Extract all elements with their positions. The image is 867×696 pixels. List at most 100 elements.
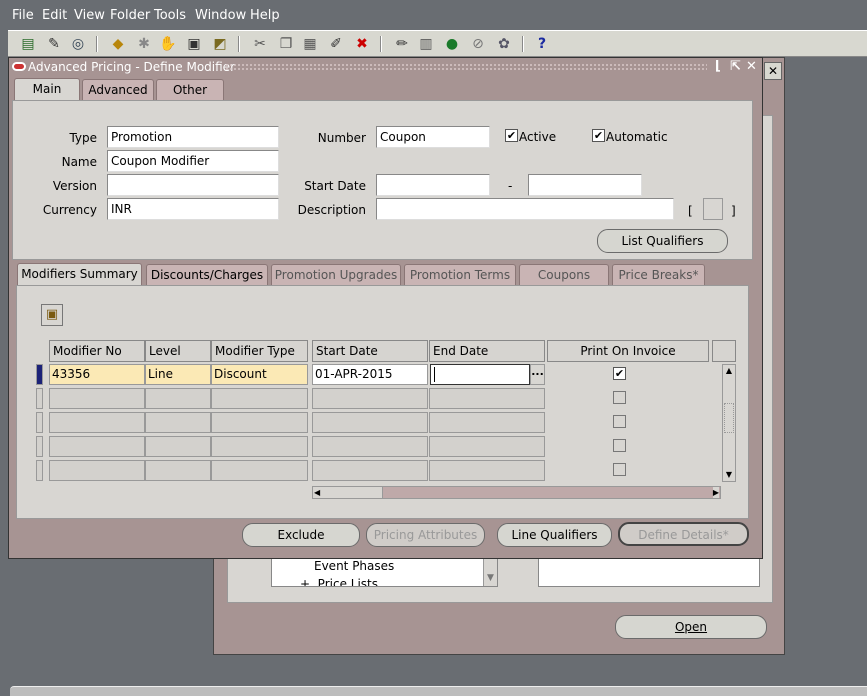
- pricing-attributes-button[interactable]: Pricing Attributes: [366, 523, 485, 547]
- menu-help[interactable]: Help: [250, 8, 280, 23]
- record-indicator[interactable]: [36, 436, 43, 457]
- cut-icon[interactable]: ✂: [250, 34, 270, 54]
- horizontal-scrollbar[interactable]: ◀ ▶: [312, 486, 721, 499]
- col-modifier-type[interactable]: Modifier Type: [211, 340, 308, 362]
- number-field[interactable]: Coupon: [376, 126, 490, 148]
- tab-promotion-upgrades[interactable]: Promotion Upgrades: [271, 264, 401, 286]
- start-date-cell[interactable]: [312, 412, 428, 433]
- paste-icon[interactable]: ▦: [300, 34, 320, 54]
- copy-icon[interactable]: ❐: [276, 34, 296, 54]
- new-icon[interactable]: ▤: [18, 34, 38, 54]
- scroll-thumb[interactable]: [313, 487, 383, 498]
- modifier-no-cell[interactable]: [49, 436, 145, 457]
- scroll-thumb[interactable]: [724, 403, 734, 433]
- delete-record-icon[interactable]: ✖: [352, 34, 372, 54]
- menu-tools[interactable]: Tools: [154, 8, 186, 23]
- level-cell[interactable]: [145, 460, 211, 481]
- type-field[interactable]: Promotion: [107, 126, 279, 148]
- navigator-close-icon[interactable]: ✕: [764, 62, 782, 80]
- scroll-right-icon[interactable]: ▶: [712, 487, 719, 498]
- translations-icon[interactable]: ●: [442, 34, 462, 54]
- start-date-cell[interactable]: 01-APR-2015: [312, 364, 428, 385]
- exclude-button[interactable]: Exclude: [242, 523, 360, 547]
- record-indicator[interactable]: [36, 388, 43, 409]
- end-date-cell[interactable]: [429, 388, 545, 409]
- tab-coupons[interactable]: Coupons: [519, 264, 609, 286]
- minimize-icon[interactable]: ⌊: [715, 59, 721, 74]
- start-date-cell[interactable]: [312, 460, 428, 481]
- maximize-icon[interactable]: ⇱: [730, 59, 741, 74]
- tab-promotion-terms[interactable]: Promotion Terms: [404, 264, 516, 286]
- active-checkbox[interactable]: ✔: [505, 129, 518, 142]
- list-item[interactable]: + Price Lists: [300, 577, 378, 586]
- tab-other[interactable]: Other: [156, 79, 224, 101]
- start-date-cell[interactable]: [312, 436, 428, 457]
- zoom-icon[interactable]: ▥: [416, 34, 436, 54]
- modifier-type-cell[interactable]: [211, 388, 308, 409]
- print-on-invoice-checkbox[interactable]: [613, 463, 626, 476]
- description-field[interactable]: [376, 198, 674, 220]
- menu-view[interactable]: View: [74, 8, 105, 23]
- switch-responsibility-icon[interactable]: ✋: [158, 34, 178, 54]
- automatic-checkbox[interactable]: ✔: [592, 129, 605, 142]
- save-icon[interactable]: ◆: [108, 34, 128, 54]
- currency-field[interactable]: INR: [107, 198, 279, 220]
- tab-modifiers-summary[interactable]: Modifiers Summary: [17, 263, 142, 287]
- level-cell[interactable]: Line: [145, 364, 211, 385]
- end-date-field[interactable]: [528, 174, 642, 196]
- help-icon[interactable]: ?: [532, 34, 552, 54]
- menu-edit[interactable]: Edit: [42, 8, 67, 23]
- level-cell[interactable]: [145, 388, 211, 409]
- list-qualifiers-button[interactable]: List Qualifiers: [597, 229, 728, 253]
- start-date-field[interactable]: [376, 174, 490, 196]
- end-date-cell[interactable]: [429, 412, 545, 433]
- list-of-values-button[interactable]: ...: [530, 364, 545, 385]
- name-field[interactable]: Coupon Modifier: [107, 150, 279, 172]
- modifier-type-cell[interactable]: [211, 412, 308, 433]
- col-modifier-no[interactable]: Modifier No: [49, 340, 145, 362]
- define-details-button[interactable]: Define Details*: [618, 522, 749, 546]
- print-on-invoice-checkbox[interactable]: ✔: [613, 367, 626, 380]
- menu-window[interactable]: Window: [195, 8, 246, 23]
- end-date-cell[interactable]: [429, 460, 545, 481]
- edit-field-icon[interactable]: ✏: [392, 34, 412, 54]
- line-qualifiers-button[interactable]: Line Qualifiers: [497, 523, 612, 547]
- vertical-scrollbar[interactable]: ▲ ▼: [722, 364, 736, 482]
- modifier-type-cell[interactable]: [211, 460, 308, 481]
- find-icon[interactable]: ✎: [44, 34, 64, 54]
- attachments-icon[interactable]: ⊘: [468, 34, 488, 54]
- modifier-no-cell[interactable]: [49, 460, 145, 481]
- descriptive-flexfield[interactable]: [703, 198, 723, 220]
- menu-folder[interactable]: Folder: [110, 8, 150, 23]
- modifier-no-cell[interactable]: 43356: [49, 364, 145, 385]
- scroll-left-icon[interactable]: ◀: [314, 487, 320, 498]
- tab-discounts-charges[interactable]: Discounts/Charges: [146, 264, 268, 286]
- new-record-icon[interactable]: ✐: [326, 34, 346, 54]
- print-icon[interactable]: ▣: [184, 34, 204, 54]
- folder-tools-icon[interactable]: ✿: [494, 34, 514, 54]
- next-step-icon[interactable]: ✱: [134, 34, 154, 54]
- modifier-type-cell[interactable]: Discount: [211, 364, 308, 385]
- col-start-date[interactable]: Start Date: [312, 340, 428, 362]
- tab-price-breaks[interactable]: Price Breaks*: [612, 264, 705, 286]
- close-icon[interactable]: ✕: [746, 59, 757, 74]
- end-date-cell[interactable]: [429, 436, 545, 457]
- modifier-type-cell[interactable]: [211, 436, 308, 457]
- start-date-cell[interactable]: [312, 388, 428, 409]
- scroll-up-icon[interactable]: ▲: [723, 365, 735, 377]
- menu-file[interactable]: File: [12, 8, 34, 23]
- modifier-no-cell[interactable]: [49, 388, 145, 409]
- level-cell[interactable]: [145, 436, 211, 457]
- print-on-invoice-checkbox[interactable]: [613, 439, 626, 452]
- tab-main[interactable]: Main: [14, 78, 80, 102]
- navigator-icon[interactable]: ◎: [68, 34, 88, 54]
- tab-advanced[interactable]: Advanced: [82, 79, 154, 101]
- level-cell[interactable]: [145, 412, 211, 433]
- end-date-cell[interactable]: [430, 364, 530, 385]
- current-record-indicator[interactable]: [36, 364, 43, 385]
- scroll-down-icon[interactable]: ▼: [723, 469, 735, 481]
- modifier-no-cell[interactable]: [49, 412, 145, 433]
- open-button[interactable]: Open: [615, 615, 767, 639]
- col-level[interactable]: Level: [145, 340, 211, 362]
- col-end-date[interactable]: End Date: [429, 340, 545, 362]
